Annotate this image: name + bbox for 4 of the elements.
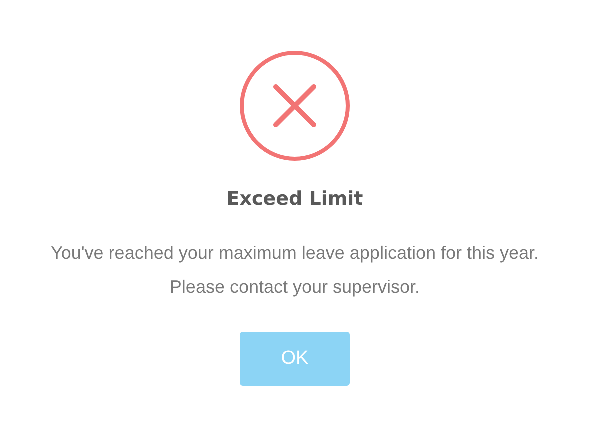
- dialog-title: Exceed Limit: [226, 188, 364, 210]
- dialog-message: You've reached your maximum leave application for this year. Please contact your supervisor.: [50, 242, 540, 299]
- error-icon: [239, 50, 351, 162]
- ok-button[interactable]: OK: [240, 332, 350, 386]
